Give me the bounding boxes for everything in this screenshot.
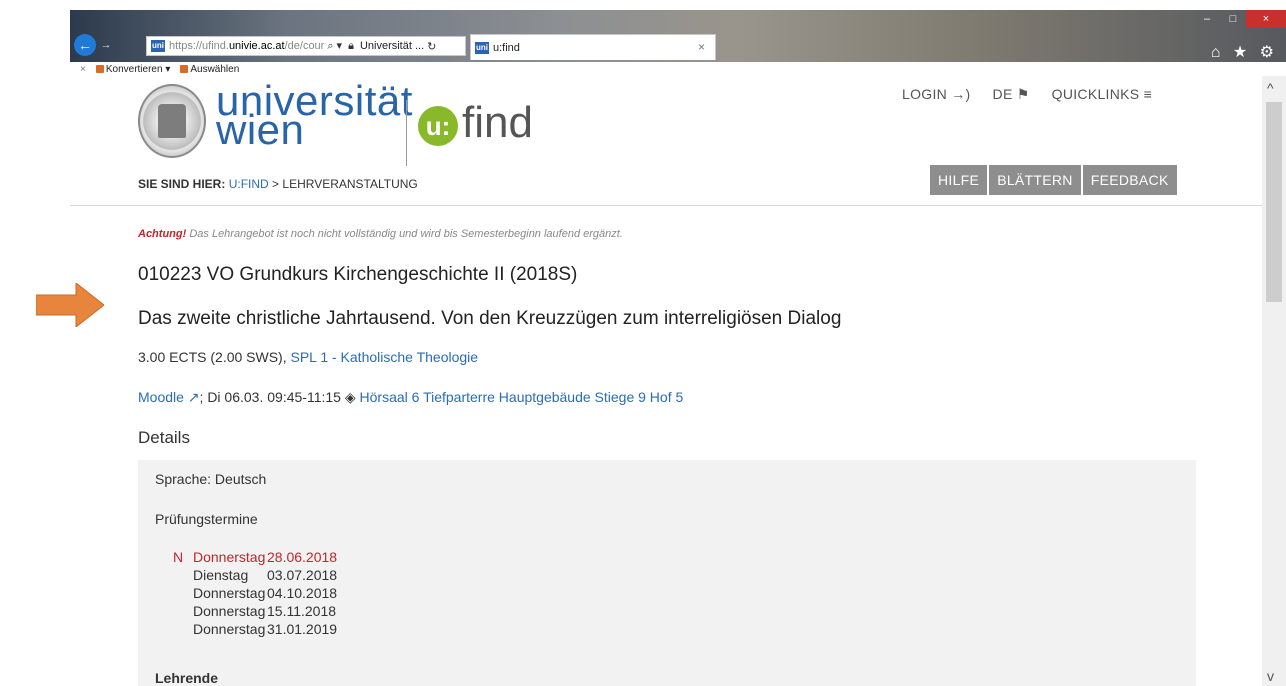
session-time: ; Di 06.03. 09:45-11:15 [199, 389, 345, 405]
exam-day: Dienstag [193, 567, 249, 583]
course-title: 010223 VO Grundkurs Kirchengeschichte II… [138, 264, 578, 285]
exam-day: Donnerstag [193, 549, 266, 565]
spl-link[interactable]: SPL 1 - Katholische Theologie [291, 349, 479, 365]
minimize-button[interactable]: – [1194, 10, 1220, 28]
exam-dates-list: N Donnerstag 28.06.2018 Dienstag 03.07.2… [173, 548, 337, 638]
exam-flag [173, 620, 193, 638]
logo-divider [406, 100, 407, 166]
annotation-arrow-icon [36, 283, 104, 327]
lock-icon[interactable]: 🔒︎ [348, 40, 354, 53]
breadcrumb-current: LEHRVERANSTALTUNG [282, 177, 418, 191]
ufind-logo-badge[interactable]: u: [418, 106, 458, 146]
exam-flag [173, 566, 193, 584]
exam-new-flag: N [173, 549, 184, 565]
notice-text: Das Lehrangebot ist noch nicht vollständ… [189, 228, 623, 240]
convert-button[interactable]: Konvertieren ▾ [106, 64, 171, 75]
exam-row: Donnerstag 31.01.2019 [173, 620, 337, 638]
close-window-button[interactable]: × [1246, 10, 1286, 28]
exam-day: Donnerstag [193, 603, 266, 619]
tab-close-icon[interactable]: × [698, 40, 705, 54]
university-seal-logo[interactable] [138, 84, 206, 158]
top-navigation: LOGIN →) DE ⚑ QUICKLINKS ≡ [902, 86, 1152, 103]
breadcrumb-label: SIE SIND HIER: [138, 177, 226, 191]
exam-date: 04.10.2018 [267, 585, 338, 601]
refresh-icon[interactable]: ↻ [427, 40, 436, 53]
header-divider [70, 205, 1262, 206]
tab-ufind[interactable]: uni u:find × [470, 34, 716, 60]
header-buttons: HILFE BLÄTTERN FEEDBACK [930, 165, 1177, 195]
course-subtitle: Das zweite christliche Jahrtausend. Von … [138, 308, 842, 329]
exam-row: N Donnerstag 28.06.2018 [173, 548, 337, 566]
window-controls: – □ × [1194, 10, 1286, 28]
notice-banner: Achtung! Das Lehrangebot ist noch nicht … [138, 228, 623, 240]
exam-date: 31.01.2019 [267, 621, 338, 637]
quicklinks-menu[interactable]: QUICKLINKS ≡ [1052, 86, 1152, 103]
address-row: ← → uni https://ufind.univie.ac.at/de/co… [70, 30, 1286, 62]
details-panel: Sprache: Deutsch Prüfungstermine N Donne… [138, 460, 1196, 686]
notice-warning: Achtung! [138, 228, 187, 240]
back-button[interactable]: ← [74, 34, 96, 56]
moodle-link[interactable]: Moodle ↗ [138, 389, 200, 405]
exam-flag [173, 584, 193, 602]
select-icon [180, 65, 189, 73]
breadcrumb-link-ufind[interactable]: U:FIND [229, 177, 269, 191]
browse-button[interactable]: BLÄTTERN [989, 165, 1081, 195]
exam-date: 28.06.2018 [267, 549, 338, 565]
scroll-down-icon[interactable]: v [1267, 668, 1274, 684]
search-icon[interactable]: ⌕ ▾ [327, 39, 342, 53]
maximize-button[interactable]: □ [1220, 10, 1246, 28]
ufind-logo-text[interactable]: find [462, 97, 533, 149]
exam-date: 15.11.2018 [267, 603, 337, 619]
scroll-thumb[interactable] [1266, 102, 1282, 302]
convert-icon [95, 65, 104, 73]
url-path: /de/cour [284, 40, 325, 52]
favbar-close-icon[interactable]: × [80, 64, 86, 75]
tab-title: u:find [493, 41, 520, 54]
feedback-button[interactable]: FEEDBACK [1082, 165, 1177, 195]
language-switch[interactable]: DE ⚑ [993, 86, 1030, 103]
exam-flag [173, 602, 193, 620]
lecturers-heading: Lehrende [155, 670, 219, 686]
exam-row: Donnerstag 04.10.2018 [173, 584, 337, 602]
arrow-right-icon: → [100, 39, 112, 51]
breadcrumb-separator: > [272, 177, 280, 191]
details-heading: Details [138, 428, 190, 447]
exam-dates-heading: Prüfungstermine [155, 511, 258, 527]
university-wordmark[interactable]: universität wien [216, 80, 413, 151]
url-domain: univie.ac.at [228, 40, 285, 52]
ects-text: 3.00 ECTS (2.00 SWS), [138, 349, 287, 365]
breadcrumb: SIE SIND HIER: U:FIND > LEHRVERANSTALTUN… [138, 177, 418, 191]
site-identity[interactable]: Universität ... [360, 40, 424, 52]
exam-day: Donnerstag [193, 585, 266, 601]
vertical-scrollbar[interactable]: ^ v [1262, 76, 1286, 686]
favorites-bar: × Konvertieren ▾ Auswählen [70, 62, 1286, 76]
exam-day: Donnerstag [193, 621, 266, 637]
scroll-up-icon[interactable]: ^ [1267, 80, 1274, 96]
exam-date: 03.07.2018 [267, 567, 338, 583]
url-text[interactable]: https://ufind.univie.ac.at/de/cour [169, 40, 324, 52]
location-icon: ◈ [344, 389, 356, 405]
site-favicon-icon: uni [151, 40, 165, 52]
tab-favicon-icon: uni [475, 41, 489, 54]
address-bar[interactable]: uni https://ufind.univie.ac.at/de/cour ⌕… [146, 36, 466, 56]
select-button[interactable]: Auswählen [190, 64, 239, 75]
help-button[interactable]: HILFE [930, 165, 988, 195]
location-link[interactable]: Hörsaal 6 Tiefparterre Hauptgebäude Stie… [360, 389, 684, 405]
forward-button[interactable]: → [98, 37, 114, 53]
login-link[interactable]: LOGIN →) [902, 86, 971, 103]
exam-row: Dienstag 03.07.2018 [173, 566, 337, 584]
exam-row: Donnerstag 15.11.2018 [173, 602, 337, 620]
url-prefix: https://ufind. [169, 40, 229, 52]
course-session-line: Moodle ↗; Di 06.03. 09:45-11:15 ◈ Hörsaa… [138, 389, 683, 406]
arrow-left-icon: ← [78, 37, 92, 53]
language-info: Sprache: Deutsch [155, 471, 267, 487]
course-ects-line: 3.00 ECTS (2.00 SWS), SPL 1 - Katholisch… [138, 349, 478, 365]
